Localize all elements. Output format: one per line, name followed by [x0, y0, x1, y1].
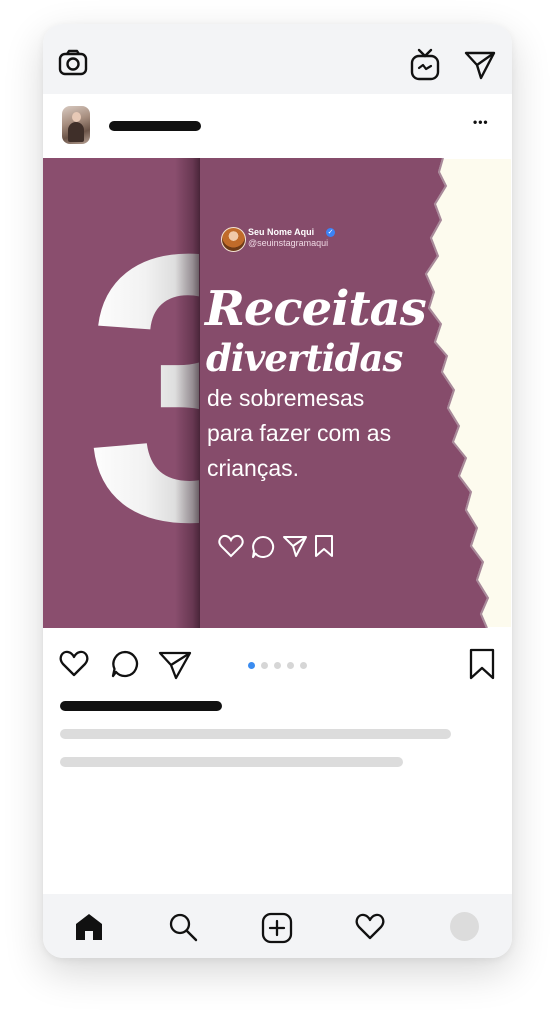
paper-plane-icon[interactable]: [158, 650, 192, 680]
body-line-1: de sobremesas: [207, 385, 365, 411]
post-author-handle: @seuinstagramaqui: [248, 238, 329, 248]
more-options-icon[interactable]: •••: [473, 115, 489, 129]
post-author-avatar: [221, 227, 246, 252]
home-icon[interactable]: [74, 912, 104, 942]
carousel-dot: [274, 662, 281, 669]
carousel-dot: [261, 662, 268, 669]
user-avatar[interactable]: [62, 106, 90, 144]
activity-heart-icon[interactable]: [355, 913, 385, 941]
instagram-post-mockup: ••• 3 Seu Nome Aqui ✓ @seuinstagramaqui …: [43, 24, 512, 958]
post-actions: [43, 628, 512, 698]
post-profile-row: Seu Nome Aqui ✓ @seuinstagramaqui: [221, 227, 381, 252]
headline-divertidas: divertidas: [206, 336, 403, 380]
comment-placeholder-line: [60, 757, 403, 767]
post-image[interactable]: 3 Seu Nome Aqui ✓ @seuinstagramaqui Rece…: [43, 158, 512, 628]
post-header: •••: [43, 94, 512, 158]
headline-receitas: Receitas: [205, 281, 427, 337]
body-line-3: crianças.: [207, 455, 300, 481]
add-post-icon[interactable]: [261, 912, 293, 944]
paper-plane-icon[interactable]: [464, 50, 496, 80]
bookmark-icon[interactable]: [468, 648, 496, 680]
top-bar: [43, 24, 512, 94]
inner-comment-icon: [251, 535, 275, 559]
search-icon[interactable]: [168, 912, 198, 942]
igtv-icon[interactable]: [410, 47, 440, 81]
avatar-face: [72, 112, 81, 122]
comment-placeholder-line: [60, 729, 451, 739]
comment-icon[interactable]: [110, 649, 140, 679]
heart-icon[interactable]: [59, 650, 89, 678]
username-placeholder[interactable]: [109, 121, 201, 131]
verified-badge-icon: ✓: [326, 228, 335, 237]
avatar-body: [68, 122, 84, 142]
carousel-dot-active: [248, 662, 255, 669]
carousel-indicator: [248, 662, 318, 670]
carousel-dot: [287, 662, 294, 669]
caption-placeholder: [60, 701, 222, 711]
post-author-name: Seu Nome Aqui: [248, 227, 315, 237]
bottom-nav: [43, 894, 512, 958]
post-inner-icons: [218, 534, 338, 560]
profile-icon[interactable]: [450, 912, 479, 941]
inner-bookmark-icon: [313, 534, 335, 558]
inner-heart-icon: [218, 534, 244, 558]
body-line-2: para fazer com as: [207, 420, 392, 446]
camera-icon[interactable]: [58, 49, 88, 77]
carousel-dot: [300, 662, 307, 669]
inner-send-icon: [282, 534, 308, 558]
